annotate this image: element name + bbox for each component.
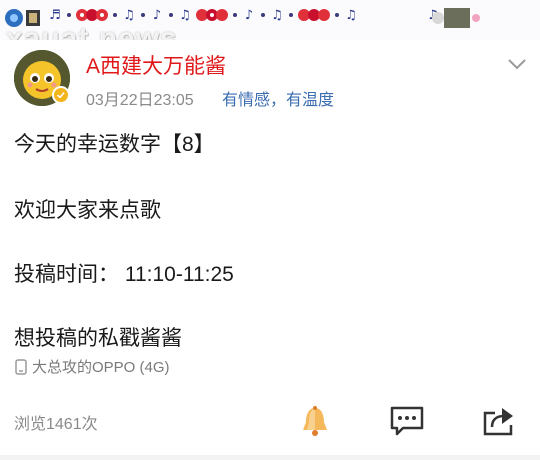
music-note-icon: ♪	[152, 7, 162, 23]
chevron-down-icon[interactable]	[506, 56, 528, 72]
phone-icon	[15, 358, 27, 375]
share-button[interactable]	[480, 402, 518, 440]
verified-badge-icon	[52, 86, 70, 104]
post-text-line: 想投稿的私戳酱酱	[14, 327, 182, 350]
user-slogan: 有情感，有温度	[222, 92, 335, 109]
username[interactable]: A西建大万能酱	[86, 50, 226, 80]
post-text-line: 欢迎大家来点歌	[14, 199, 161, 222]
decorative-banner: ♬ ♫ ♪ ♫ ♪ ♫ ♫ ♫ ♫ xauat news	[0, 0, 540, 40]
music-note-icon: ♫	[271, 7, 283, 23]
cat-photo-icon	[432, 8, 480, 28]
music-note-icon: ♬	[49, 7, 61, 23]
bell-like-icon	[303, 406, 327, 436]
red-swirl-icon	[196, 9, 228, 21]
comment-icon	[390, 406, 424, 436]
view-count: 浏览1461次	[14, 416, 98, 433]
music-note-icon: ♪	[244, 7, 254, 23]
post-text-line: 投稿时间： 11:10-11:25	[14, 263, 234, 286]
red-swirl-icon	[76, 9, 108, 21]
music-note-icon: ♫	[123, 7, 135, 23]
divider	[0, 455, 540, 460]
music-note-icon: ♫	[179, 7, 191, 23]
red-swirl-icon	[298, 9, 330, 21]
music-note-icon: ♫	[345, 7, 357, 23]
device-name: 大总攻的OPPO (4G)	[32, 359, 170, 376]
device-info: 大总攻的OPPO (4G)	[14, 356, 170, 377]
comment-button[interactable]	[388, 402, 426, 440]
post-timestamp: 03月22日23:05	[86, 92, 194, 109]
watermark-text: xauat news	[6, 22, 178, 40]
share-icon	[483, 408, 513, 436]
like-button[interactable]	[296, 402, 334, 440]
post-text-line: 今天的幸运数字【8】	[14, 133, 215, 156]
